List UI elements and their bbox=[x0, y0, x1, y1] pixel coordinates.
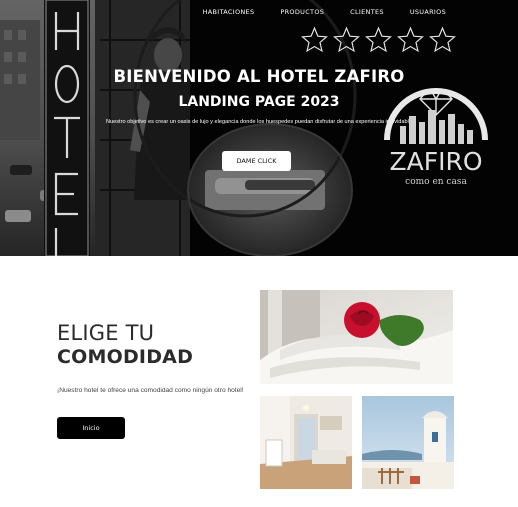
comfort-heading-line2: COMODIDAD bbox=[57, 346, 194, 368]
logo-name: ZAFIRO bbox=[389, 147, 482, 176]
logo-tagline: como en casa bbox=[405, 177, 467, 187]
star-outline-icon bbox=[365, 26, 392, 53]
nav-usuarios[interactable]: USUARIOS bbox=[410, 8, 446, 16]
nav-habitaciones[interactable]: HABITACIONES bbox=[203, 8, 255, 16]
rating-stars bbox=[300, 26, 460, 54]
inicio-button[interactable]: Inicio bbox=[57, 417, 125, 439]
main-nav: HABITACIONES PRODUCTOS CLIENTES USUARIOS bbox=[203, 8, 446, 16]
comfort-description: ¡Nuestro hotel te ofrece una comodidad c… bbox=[57, 387, 244, 394]
star-outline-icon bbox=[397, 26, 424, 53]
star-outline-icon bbox=[333, 26, 360, 53]
dame-click-button[interactable]: DAME CLICK bbox=[222, 151, 291, 171]
star-outline-icon bbox=[429, 26, 456, 53]
star-outline-icon bbox=[301, 26, 328, 53]
nav-productos[interactable]: PRODUCTOS bbox=[280, 8, 324, 16]
nav-clientes[interactable]: CLIENTES bbox=[350, 8, 384, 16]
zafiro-logo: ZAFIRO como en casa bbox=[384, 88, 488, 187]
hotel-room-photo bbox=[260, 396, 352, 489]
hero-section: HABITACIONES PRODUCTOS CLIENTES USUARIOS… bbox=[0, 0, 518, 256]
rose-towels-photo bbox=[260, 290, 453, 384]
hotel-sign bbox=[54, 12, 80, 256]
comfort-heading-line1: ELIGE TU bbox=[57, 321, 155, 345]
santorini-photo bbox=[362, 396, 454, 489]
